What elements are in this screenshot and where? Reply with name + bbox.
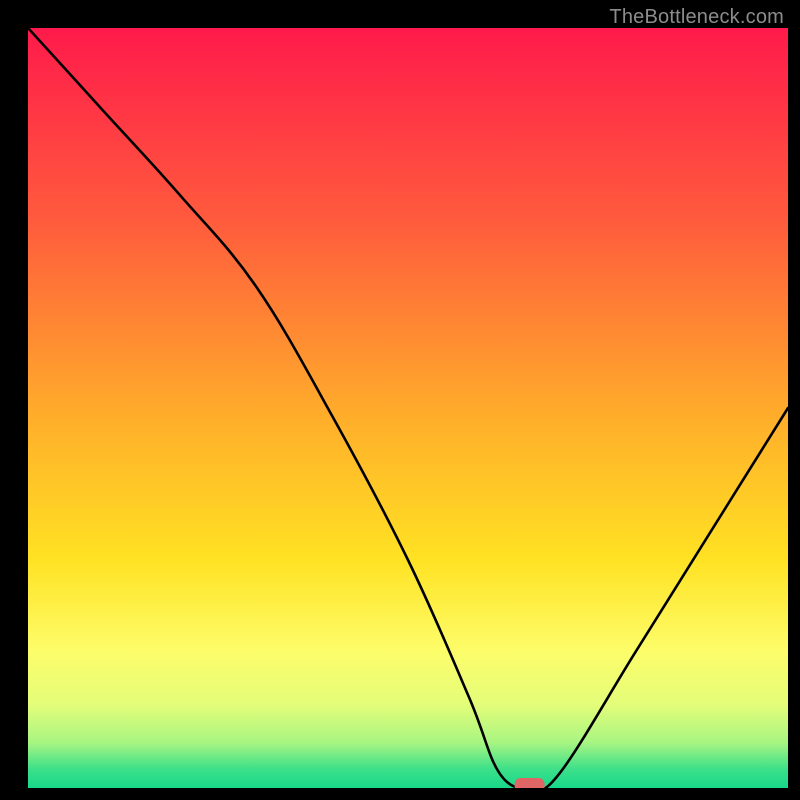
optimal-marker bbox=[515, 778, 545, 788]
gradient-background bbox=[28, 28, 788, 788]
bottleneck-chart bbox=[28, 28, 788, 788]
attribution-text: TheBottleneck.com bbox=[609, 6, 784, 29]
chart-container: { "attribution": "TheBottleneck.com", "m… bbox=[0, 0, 800, 800]
